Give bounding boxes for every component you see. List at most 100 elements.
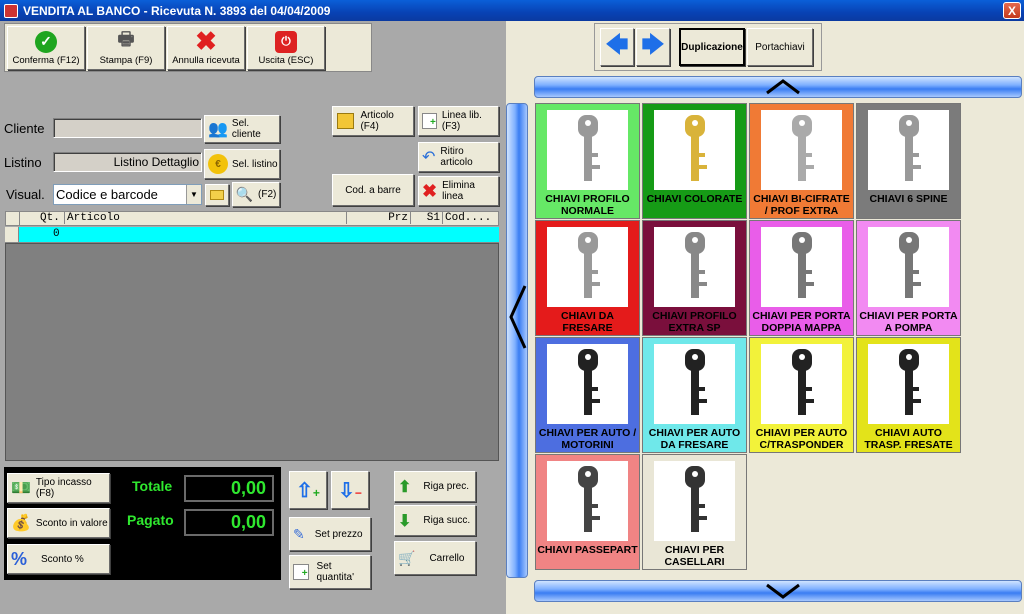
category-label: CHIAVI PASSEPART (537, 544, 638, 556)
key-image (761, 110, 842, 190)
prev-arrow-button[interactable]: 🡄 (600, 28, 634, 66)
category-tile[interactable]: CHIAVI AUTO TRASP. FRESATE (856, 337, 961, 453)
grid-plus-icon: + (293, 564, 309, 580)
linea-lib-button[interactable]: + Linea lib. (F3) (418, 106, 499, 136)
cliente-label: Cliente (4, 121, 45, 136)
articolo-button[interactable]: Articolo (F4) (332, 106, 414, 136)
elimina-label: Elimina linea (442, 180, 475, 202)
category-tile[interactable]: CHIAVI 6 SPINE (856, 103, 961, 219)
sconto-valore-button[interactable]: 💰 Sconto in valore (7, 508, 110, 538)
duplicazione-button[interactable]: Duplicazione (679, 28, 745, 66)
scroll-up-bar[interactable] (534, 76, 1022, 98)
cancel-label: Annulla ricevuta (172, 54, 240, 66)
title-bar: VENDITA AL BANCO - Ricevuta N. 3893 del … (0, 0, 1024, 21)
undo-arrow-icon: ↶ (422, 149, 436, 166)
category-label: CHIAVI PROFILO NORMALE (545, 193, 630, 217)
next-arrow-button[interactable]: 🡆 (636, 28, 670, 66)
portachiavi-label: Portachiavi (755, 41, 805, 53)
carrello-button[interactable]: 🛒 Carrello (394, 541, 476, 575)
tipo-incasso-label: Tipo incasso (F8) (35, 477, 92, 499)
category-label: CHIAVI DA FRESARE (561, 310, 614, 334)
cod-barre-button[interactable]: Cod. a barre (332, 174, 414, 206)
category-tile[interactable]: CHIAVI PER PORTA A POMPA (856, 220, 961, 336)
table-row[interactable]: 0 (5, 227, 499, 243)
listino-label: Listino (4, 155, 42, 170)
cliente-field[interactable] (53, 118, 202, 138)
col-s1[interactable]: S1 (410, 212, 442, 224)
row-qt: 0 (53, 228, 60, 240)
pagato-display: 0,00 (184, 509, 274, 536)
row-selector[interactable] (5, 227, 19, 242)
elimina-linea-button[interactable]: ✖ Elimina linea (418, 176, 499, 206)
print-label: Stampa (F9) (99, 54, 153, 66)
row-selector-header (6, 212, 20, 225)
col-cod[interactable]: Cod.... (442, 212, 491, 224)
scroll-left-bar[interactable] (506, 103, 528, 578)
exit-button[interactable]: ⏻ Uscita (ESC) (247, 26, 325, 70)
visual-value: Codice e barcode (56, 187, 158, 202)
scroll-down-bar[interactable] (534, 580, 1022, 602)
col-articolo[interactable]: Articolo (64, 212, 346, 224)
set-quantita-button[interactable]: + Set quantita' (289, 555, 371, 589)
grid-empty-area (5, 243, 499, 461)
category-tile[interactable]: CHIAVI PER AUTO DA FRESARE (642, 337, 747, 453)
key-image (547, 110, 628, 190)
arrow-up-plus-icon: ⇧+ (296, 479, 320, 502)
category-tile[interactable]: CHIAVI PROFILO NORMALE (535, 103, 640, 219)
category-tile[interactable]: CHIAVI PROFILO EXTRA SP (642, 220, 747, 336)
folder-button[interactable] (205, 184, 229, 206)
category-tile[interactable]: CHIAVI PASSEPART (535, 454, 640, 570)
sel-cliente-button[interactable]: 👥 Sel. cliente (204, 115, 280, 143)
tipo-incasso-button[interactable]: 💵 Tipo incasso (F8) (7, 473, 110, 503)
key-image (654, 344, 735, 424)
ritiro-button[interactable]: ↶ Ritiro articolo (418, 142, 499, 172)
riga-succ-label: Riga succ. (423, 515, 471, 526)
listino-field[interactable]: Listino Dettaglio (53, 152, 202, 172)
chevron-up-icon (766, 79, 800, 95)
totale-value: 0,00 (230, 478, 266, 498)
set-prezzo-button[interactable]: ✎ Set prezzo (289, 517, 371, 551)
euro-coin-icon: € (208, 154, 228, 174)
linea-lib-label: Linea lib. (F3) (441, 110, 482, 132)
cod-barre-label: Cod. a barre (345, 184, 401, 196)
key-image (547, 461, 628, 541)
sel-cliente-label: Sel. cliente (231, 118, 261, 140)
sel-listino-label: Sel. listino (232, 158, 278, 170)
window-title: VENDITA AL BANCO - Ricevuta N. 3893 del … (23, 3, 331, 18)
visual-select[interactable]: Codice e barcode ▼ (53, 184, 202, 205)
category-tile[interactable]: CHIAVI BI-CIFRATE / PROF EXTRA (749, 103, 854, 219)
decrease-button[interactable]: ⇩− (331, 471, 369, 509)
category-label: CHIAVI PER AUTO DA FRESARE (648, 427, 741, 451)
category-tile[interactable]: CHIAVI PER PORTA DOPPIA MAPPA (749, 220, 854, 336)
col-qt[interactable]: Qt. (40, 212, 60, 224)
portachiavi-button[interactable]: Portachiavi (747, 28, 813, 66)
folder-icon (210, 190, 224, 200)
col-prz[interactable]: Prz (346, 212, 410, 224)
category-tile[interactable]: CHIAVI COLORATE (642, 103, 747, 219)
category-tile[interactable]: CHIAVI PER CASELLARI (642, 454, 747, 570)
category-label: CHIAVI PER PORTA DOPPIA MAPPA (752, 310, 851, 334)
category-tile[interactable]: CHIAVI PER AUTO C/TRASPONDER (749, 337, 854, 453)
category-label: CHIAVI AUTO TRASP. FRESATE (864, 427, 953, 451)
riga-succ-button[interactable]: ⬇ Riga succ. (394, 505, 476, 536)
category-tile[interactable]: CHIAVI PER AUTO / MOTORINI (535, 337, 640, 453)
riga-prec-button[interactable]: ⬆ Riga prec. (394, 471, 476, 502)
arrow-left-icon: 🡄 (605, 32, 629, 57)
increase-button[interactable]: ⇧+ (289, 471, 327, 509)
sconto-pct-button[interactable]: % Sconto % (7, 544, 110, 574)
sel-listino-button[interactable]: € Sel. listino (204, 149, 280, 179)
print-button[interactable]: 🖶 Stampa (F9) (87, 26, 165, 70)
pagato-value: 0,00 (230, 512, 266, 532)
set-quantita-label: Set quantita' (316, 561, 355, 583)
close-button[interactable]: X (1003, 2, 1021, 19)
grid-plus-icon: + (422, 113, 437, 129)
cancel-receipt-button[interactable]: ✖ Annulla ricevuta (167, 26, 245, 70)
category-tile[interactable]: CHIAVI DA FRESARE (535, 220, 640, 336)
key-image (868, 227, 949, 307)
key-image (761, 227, 842, 307)
arrow-down-minus-icon: ⇩− (338, 479, 362, 502)
confirm-button[interactable]: ✓ Conferma (F12) (7, 26, 85, 70)
search-f2-button[interactable]: 🔍 (F2) (232, 182, 280, 207)
ritiro-label: Ritiro articolo (440, 146, 473, 168)
arrow-down-icon: ⬇ (398, 512, 412, 530)
